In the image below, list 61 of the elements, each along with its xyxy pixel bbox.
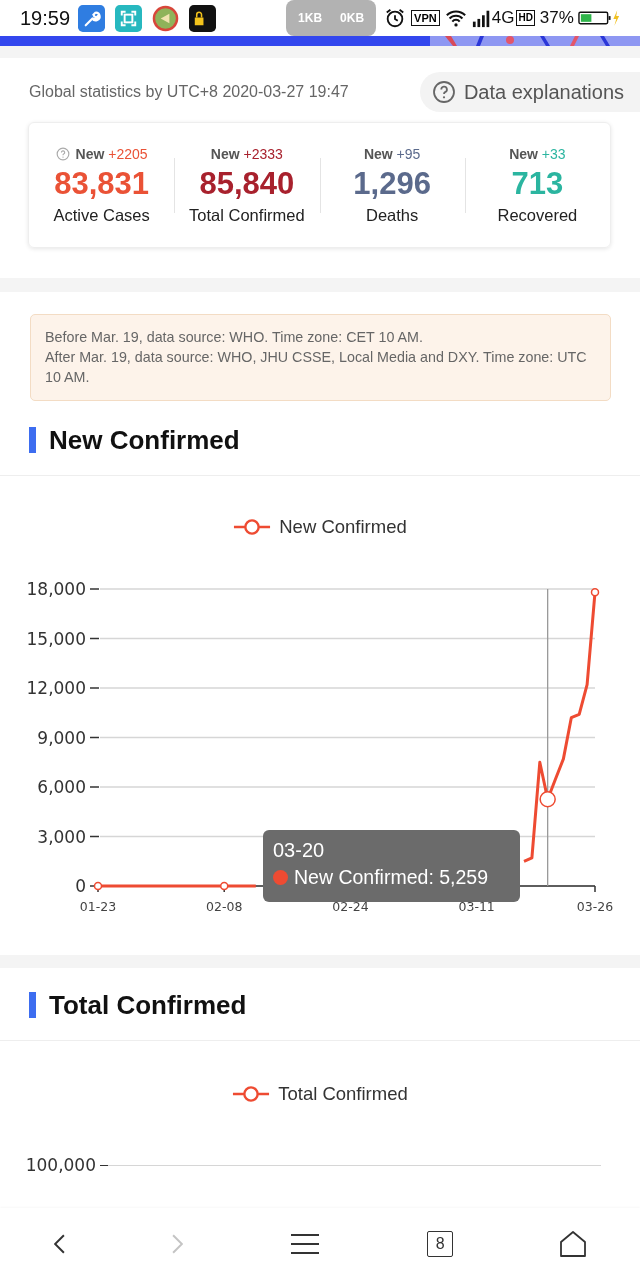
upload-speed: 1KB <box>298 11 323 25</box>
y-axis-label: 12,000 <box>26 678 86 698</box>
hd-badge: HD <box>516 10 535 26</box>
tabs-button[interactable]: 8 <box>421 1225 460 1263</box>
new-cases-label: New +33 <box>509 145 566 162</box>
statistic-label: Total Confirmed <box>189 205 305 225</box>
data-point <box>219 881 229 891</box>
scan-icon[interactable] <box>115 4 143 32</box>
x-axis-label: 02-08 <box>206 899 243 914</box>
statistic-value: 1,296 <box>353 165 431 202</box>
statistic-value: 713 <box>511 165 564 202</box>
data-explanations-button[interactable]: Data explanations <box>419 72 640 112</box>
heading-marker <box>29 427 36 453</box>
wrench-icon[interactable] <box>78 4 106 32</box>
heading-marker <box>29 992 36 1018</box>
x-axis-label: 03-11 <box>458 899 495 914</box>
statistic-label: Recovered <box>497 205 578 225</box>
statistics-time: Global statistics by UTC+8 2020-03-27 19:47 <box>29 83 349 101</box>
new-cases-label: New +95 <box>363 145 421 162</box>
y-axis-label: 15,000 <box>26 628 86 649</box>
vpn-badge: VPN <box>411 10 440 26</box>
x-axis-label: 03-26 <box>576 899 614 914</box>
tooltip-date: 03-20 <box>273 839 326 862</box>
new-cases-label: New +2333 <box>210 145 283 162</box>
download-speed: 0KB <box>340 11 365 25</box>
data-point <box>590 588 600 597</box>
y-axis-label: 18,000 <box>26 579 86 599</box>
tooltip-value: New Confirmed: 5,259 <box>294 866 488 889</box>
statistic-value: 83,831 <box>54 165 150 202</box>
notice-text: Before Mar. 19, data source: WHO. Time zone: CET 10 AM. <box>45 328 424 347</box>
y-axis-label: 100,000 <box>24 1155 96 1175</box>
clock-time: 19:59 <box>20 6 71 30</box>
y-axis-label: 9,000 <box>37 727 86 748</box>
data-point <box>93 881 103 891</box>
x-axis-label: 02-24 <box>332 899 369 914</box>
lock-icon[interactable] <box>189 4 217 32</box>
notice-text: After Mar. 19, data source: WHO, JHU CSSE, Local Media and DXY. Time zone: UTC 10 AM. <box>45 348 588 387</box>
network-type: 4G <box>491 8 515 28</box>
y-axis-label: 6,000 <box>37 777 86 797</box>
legend-line-icon <box>232 1084 271 1104</box>
legend-line-icon <box>233 517 272 537</box>
arrow-circle-icon[interactable] <box>152 4 180 32</box>
y-axis-label: 0 <box>75 876 86 896</box>
x-axis-label: 01-23 <box>79 899 117 914</box>
wifi-icon <box>444 7 467 29</box>
statistic-label: Active Cases <box>53 205 150 225</box>
statistic-value: 85,840 <box>199 165 295 202</box>
help-icon[interactable] <box>55 146 70 161</box>
help-icon <box>431 80 456 104</box>
new-cases-label: New +2205 <box>75 145 148 162</box>
section-title: New Confirmed <box>49 424 240 456</box>
statistic-label: Deaths <box>366 205 419 225</box>
legend-label[interactable]: New Confirmed <box>279 516 407 538</box>
y-axis-label: 3,000 <box>37 826 86 847</box>
legend-label[interactable]: Total Confirmed <box>278 1083 408 1105</box>
battery-charging-icon <box>577 9 622 27</box>
highlighted-point <box>539 791 556 808</box>
section-title: Total Confirmed <box>49 989 247 1021</box>
series-dot <box>273 870 288 885</box>
battery-percent: 37% <box>539 8 574 28</box>
signal-icon <box>471 8 492 28</box>
